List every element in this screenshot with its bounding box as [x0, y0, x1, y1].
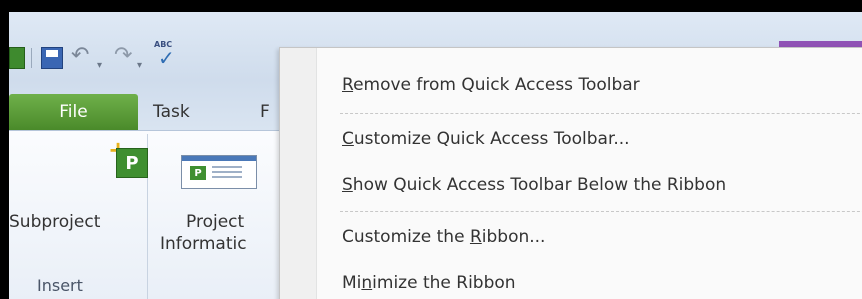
project-information-icon[interactable]: P	[181, 155, 257, 189]
project-window: ↶ ▾ ↷ ▾ ABC ✓ File Task F + P Subproject…	[9, 12, 862, 299]
undo-icon[interactable]: ↶	[71, 42, 89, 68]
tab-file[interactable]: File	[9, 94, 138, 130]
redo-dropdown-icon[interactable]: ▾	[137, 52, 142, 78]
spelling-check-glyph: ✓	[158, 46, 175, 70]
project-information-icon-letter: P	[190, 166, 206, 180]
subproject-icon[interactable]: + P	[108, 136, 148, 180]
icon-lines	[212, 166, 242, 180]
menu-icon-gutter	[280, 48, 317, 299]
menu-separator	[340, 211, 862, 212]
redo-icon[interactable]: ↷	[114, 42, 132, 68]
menu-item-minimize-ribbon[interactable]: Minimize the Ribbon	[342, 273, 516, 293]
tab-task[interactable]: Task	[153, 102, 190, 122]
project-information-label-line2[interactable]: Informatic	[160, 234, 247, 254]
context-menu: Remove from Quick Access Toolbar Customi…	[279, 47, 862, 299]
icon-title-bar	[182, 156, 256, 161]
menu-item-customize-ribbon[interactable]: Customize the Ribbon...	[342, 227, 545, 247]
menu-separator	[340, 113, 862, 114]
group-label-insert: Insert	[37, 276, 83, 295]
tab-partial[interactable]: F	[260, 102, 270, 122]
project-information-label-line1[interactable]: Project	[186, 212, 244, 232]
menu-item-customize-qat[interactable]: Customize Quick Access Toolbar...	[342, 129, 630, 149]
menu-item-show-qat-below[interactable]: Show Quick Access Toolbar Below the Ribb…	[342, 175, 726, 195]
spelling-icon[interactable]: ABC ✓	[154, 40, 180, 70]
subproject-button-label[interactable]: Subproject	[9, 212, 100, 232]
subproject-icon-letter: P	[116, 148, 148, 178]
toolbar-separator	[31, 48, 32, 68]
menu-item-remove-from-qat[interactable]: Remove from Quick Access Toolbar	[342, 75, 640, 95]
project-app-icon[interactable]	[9, 47, 25, 69]
save-icon[interactable]	[41, 47, 63, 69]
undo-dropdown-icon[interactable]: ▾	[97, 52, 102, 78]
